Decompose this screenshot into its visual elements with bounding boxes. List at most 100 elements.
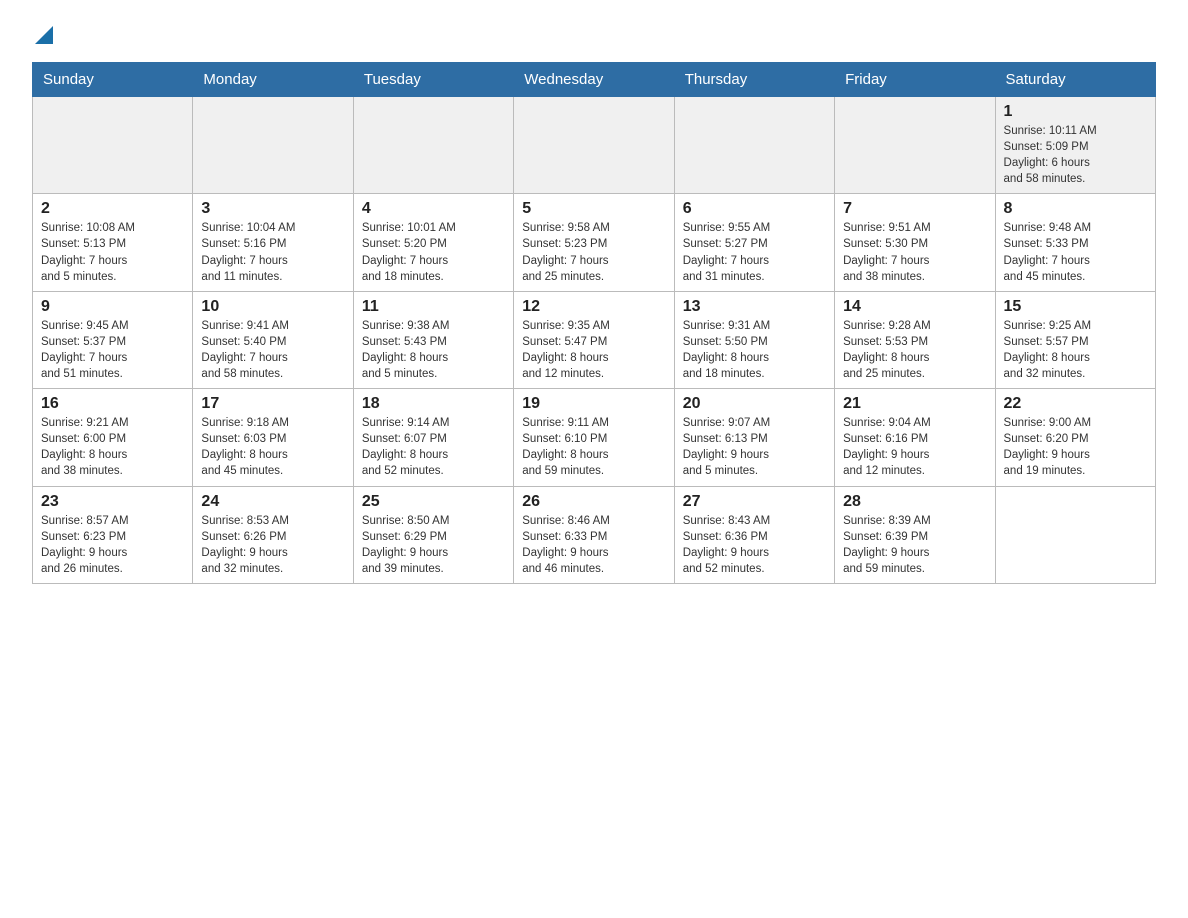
day-number: 10 bbox=[201, 298, 344, 316]
weekday-header-friday: Friday bbox=[835, 63, 995, 97]
day-number: 14 bbox=[843, 298, 986, 316]
calendar-cell: 24 Sunrise: 8:53 AM Sunset: 6:26 PM Dayli… bbox=[193, 486, 353, 583]
calendar-cell: 17 Sunrise: 9:18 AM Sunset: 6:03 PM Dayli… bbox=[193, 389, 353, 486]
day-info: Sunrise: 9:14 AM Sunset: 6:07 PM Dayligh… bbox=[362, 415, 505, 479]
weekday-header-thursday: Thursday bbox=[674, 63, 834, 97]
day-number: 3 bbox=[201, 200, 344, 218]
calendar-cell: 4 Sunrise: 10:01 AM Sunset: 5:20 PM Dayli… bbox=[353, 194, 513, 291]
calendar-cell: 20 Sunrise: 9:07 AM Sunset: 6:13 PM Dayli… bbox=[674, 389, 834, 486]
day-number: 20 bbox=[683, 395, 826, 413]
day-number: 16 bbox=[41, 395, 184, 413]
calendar-cell: 21 Sunrise: 9:04 AM Sunset: 6:16 PM Dayli… bbox=[835, 389, 995, 486]
day-number: 9 bbox=[41, 298, 184, 316]
day-number: 17 bbox=[201, 395, 344, 413]
calendar-table: SundayMondayTuesdayWednesdayThursdayFrid… bbox=[32, 62, 1156, 584]
day-info: Sunrise: 8:53 AM Sunset: 6:26 PM Dayligh… bbox=[201, 513, 344, 577]
day-number: 8 bbox=[1004, 200, 1147, 218]
day-info: Sunrise: 9:31 AM Sunset: 5:50 PM Dayligh… bbox=[683, 318, 826, 382]
day-number: 24 bbox=[201, 493, 344, 511]
day-number: 27 bbox=[683, 493, 826, 511]
logo-triangle-icon bbox=[35, 26, 53, 44]
day-info: Sunrise: 9:35 AM Sunset: 5:47 PM Dayligh… bbox=[522, 318, 665, 382]
day-number: 26 bbox=[522, 493, 665, 511]
weekday-header-wednesday: Wednesday bbox=[514, 63, 674, 97]
day-number: 28 bbox=[843, 493, 986, 511]
day-info: Sunrise: 9:00 AM Sunset: 6:20 PM Dayligh… bbox=[1004, 415, 1147, 479]
day-info: Sunrise: 9:21 AM Sunset: 6:00 PM Dayligh… bbox=[41, 415, 184, 479]
day-info: Sunrise: 8:39 AM Sunset: 6:39 PM Dayligh… bbox=[843, 513, 986, 577]
calendar-cell: 12 Sunrise: 9:35 AM Sunset: 5:47 PM Dayli… bbox=[514, 291, 674, 388]
day-info: Sunrise: 9:11 AM Sunset: 6:10 PM Dayligh… bbox=[522, 415, 665, 479]
day-info: Sunrise: 9:18 AM Sunset: 6:03 PM Dayligh… bbox=[201, 415, 344, 479]
day-info: Sunrise: 9:41 AM Sunset: 5:40 PM Dayligh… bbox=[201, 318, 344, 382]
calendar-cell: 14 Sunrise: 9:28 AM Sunset: 5:53 PM Dayli… bbox=[835, 291, 995, 388]
day-number: 2 bbox=[41, 200, 184, 218]
day-number: 23 bbox=[41, 493, 184, 511]
page-header bbox=[32, 24, 1156, 42]
calendar-cell: 6Sunrise: 9:55 AM Sunset: 5:27 PM Daylig… bbox=[674, 194, 834, 291]
calendar-cell: 3 Sunrise: 10:04 AM Sunset: 5:16 PM Dayli… bbox=[193, 194, 353, 291]
calendar-cell bbox=[835, 97, 995, 194]
day-number: 21 bbox=[843, 395, 986, 413]
day-number: 11 bbox=[362, 298, 505, 316]
calendar-cell bbox=[353, 97, 513, 194]
day-info: Sunrise: 9:48 AM Sunset: 5:33 PM Dayligh… bbox=[1004, 220, 1147, 284]
day-number: 15 bbox=[1004, 298, 1147, 316]
calendar-week-4: 16 Sunrise: 9:21 AM Sunset: 6:00 PM Dayli… bbox=[33, 389, 1156, 486]
day-number: 13 bbox=[683, 298, 826, 316]
calendar-cell: 1Sunrise: 10:11 AM Sunset: 5:09 PM Dayli… bbox=[995, 97, 1155, 194]
day-number: 25 bbox=[362, 493, 505, 511]
calendar-cell bbox=[193, 97, 353, 194]
calendar-cell: 18 Sunrise: 9:14 AM Sunset: 6:07 PM Dayli… bbox=[353, 389, 513, 486]
calendar-cell: 11 Sunrise: 9:38 AM Sunset: 5:43 PM Dayli… bbox=[353, 291, 513, 388]
day-number: 5 bbox=[522, 200, 665, 218]
calendar-cell: 13 Sunrise: 9:31 AM Sunset: 5:50 PM Dayli… bbox=[674, 291, 834, 388]
weekday-header-row: SundayMondayTuesdayWednesdayThursdayFrid… bbox=[33, 63, 1156, 97]
day-number: 12 bbox=[522, 298, 665, 316]
calendar-week-2: 2 Sunrise: 10:08 AM Sunset: 5:13 PM Dayli… bbox=[33, 194, 1156, 291]
calendar-cell bbox=[674, 97, 834, 194]
day-number: 18 bbox=[362, 395, 505, 413]
calendar-cell bbox=[514, 97, 674, 194]
day-number: 7 bbox=[843, 200, 986, 218]
calendar-cell: 2 Sunrise: 10:08 AM Sunset: 5:13 PM Dayli… bbox=[33, 194, 193, 291]
day-number: 6 bbox=[683, 200, 826, 218]
day-info: Sunrise: 10:04 AM Sunset: 5:16 PM Daylig… bbox=[201, 220, 344, 284]
weekday-header-tuesday: Tuesday bbox=[353, 63, 513, 97]
day-number: 22 bbox=[1004, 395, 1147, 413]
day-info: Sunrise: 10:08 AM Sunset: 5:13 PM Daylig… bbox=[41, 220, 184, 284]
day-info: Sunrise: 9:25 AM Sunset: 5:57 PM Dayligh… bbox=[1004, 318, 1147, 382]
day-info: Sunrise: 9:45 AM Sunset: 5:37 PM Dayligh… bbox=[41, 318, 184, 382]
calendar-cell: 22 Sunrise: 9:00 AM Sunset: 6:20 PM Dayli… bbox=[995, 389, 1155, 486]
weekday-header-monday: Monday bbox=[193, 63, 353, 97]
day-info: Sunrise: 9:38 AM Sunset: 5:43 PM Dayligh… bbox=[362, 318, 505, 382]
day-info: Sunrise: 10:01 AM Sunset: 5:20 PM Daylig… bbox=[362, 220, 505, 284]
weekday-header-sunday: Sunday bbox=[33, 63, 193, 97]
day-info: Sunrise: 9:58 AM Sunset: 5:23 PM Dayligh… bbox=[522, 220, 665, 284]
calendar-cell: 8 Sunrise: 9:48 AM Sunset: 5:33 PM Daylig… bbox=[995, 194, 1155, 291]
day-info: Sunrise: 9:07 AM Sunset: 6:13 PM Dayligh… bbox=[683, 415, 826, 479]
calendar-cell bbox=[995, 486, 1155, 583]
day-info: Sunrise: 9:28 AM Sunset: 5:53 PM Dayligh… bbox=[843, 318, 986, 382]
calendar-cell: 27 Sunrise: 8:43 AM Sunset: 6:36 PM Dayli… bbox=[674, 486, 834, 583]
weekday-header-saturday: Saturday bbox=[995, 63, 1155, 97]
calendar-cell bbox=[33, 97, 193, 194]
calendar-week-5: 23 Sunrise: 8:57 AM Sunset: 6:23 PM Dayli… bbox=[33, 486, 1156, 583]
calendar-cell: 7Sunrise: 9:51 AM Sunset: 5:30 PM Daylig… bbox=[835, 194, 995, 291]
day-number: 4 bbox=[362, 200, 505, 218]
day-info: Sunrise: 9:04 AM Sunset: 6:16 PM Dayligh… bbox=[843, 415, 986, 479]
day-number: 19 bbox=[522, 395, 665, 413]
logo bbox=[32, 24, 53, 42]
calendar-cell: 28 Sunrise: 8:39 AM Sunset: 6:39 PM Dayli… bbox=[835, 486, 995, 583]
calendar-cell: 9 Sunrise: 9:45 AM Sunset: 5:37 PM Daylig… bbox=[33, 291, 193, 388]
day-info: Sunrise: 8:50 AM Sunset: 6:29 PM Dayligh… bbox=[362, 513, 505, 577]
calendar-cell: 16 Sunrise: 9:21 AM Sunset: 6:00 PM Dayli… bbox=[33, 389, 193, 486]
calendar-cell: 26Sunrise: 8:46 AM Sunset: 6:33 PM Dayli… bbox=[514, 486, 674, 583]
day-info: Sunrise: 8:57 AM Sunset: 6:23 PM Dayligh… bbox=[41, 513, 184, 577]
day-info: Sunrise: 8:43 AM Sunset: 6:36 PM Dayligh… bbox=[683, 513, 826, 577]
calendar-cell: 25 Sunrise: 8:50 AM Sunset: 6:29 PM Dayli… bbox=[353, 486, 513, 583]
calendar-cell: 15 Sunrise: 9:25 AM Sunset: 5:57 PM Dayli… bbox=[995, 291, 1155, 388]
calendar-cell: 23 Sunrise: 8:57 AM Sunset: 6:23 PM Dayli… bbox=[33, 486, 193, 583]
day-info: Sunrise: 10:11 AM Sunset: 5:09 PM Daylig… bbox=[1004, 123, 1147, 187]
calendar-week-1: 1Sunrise: 10:11 AM Sunset: 5:09 PM Dayli… bbox=[33, 97, 1156, 194]
